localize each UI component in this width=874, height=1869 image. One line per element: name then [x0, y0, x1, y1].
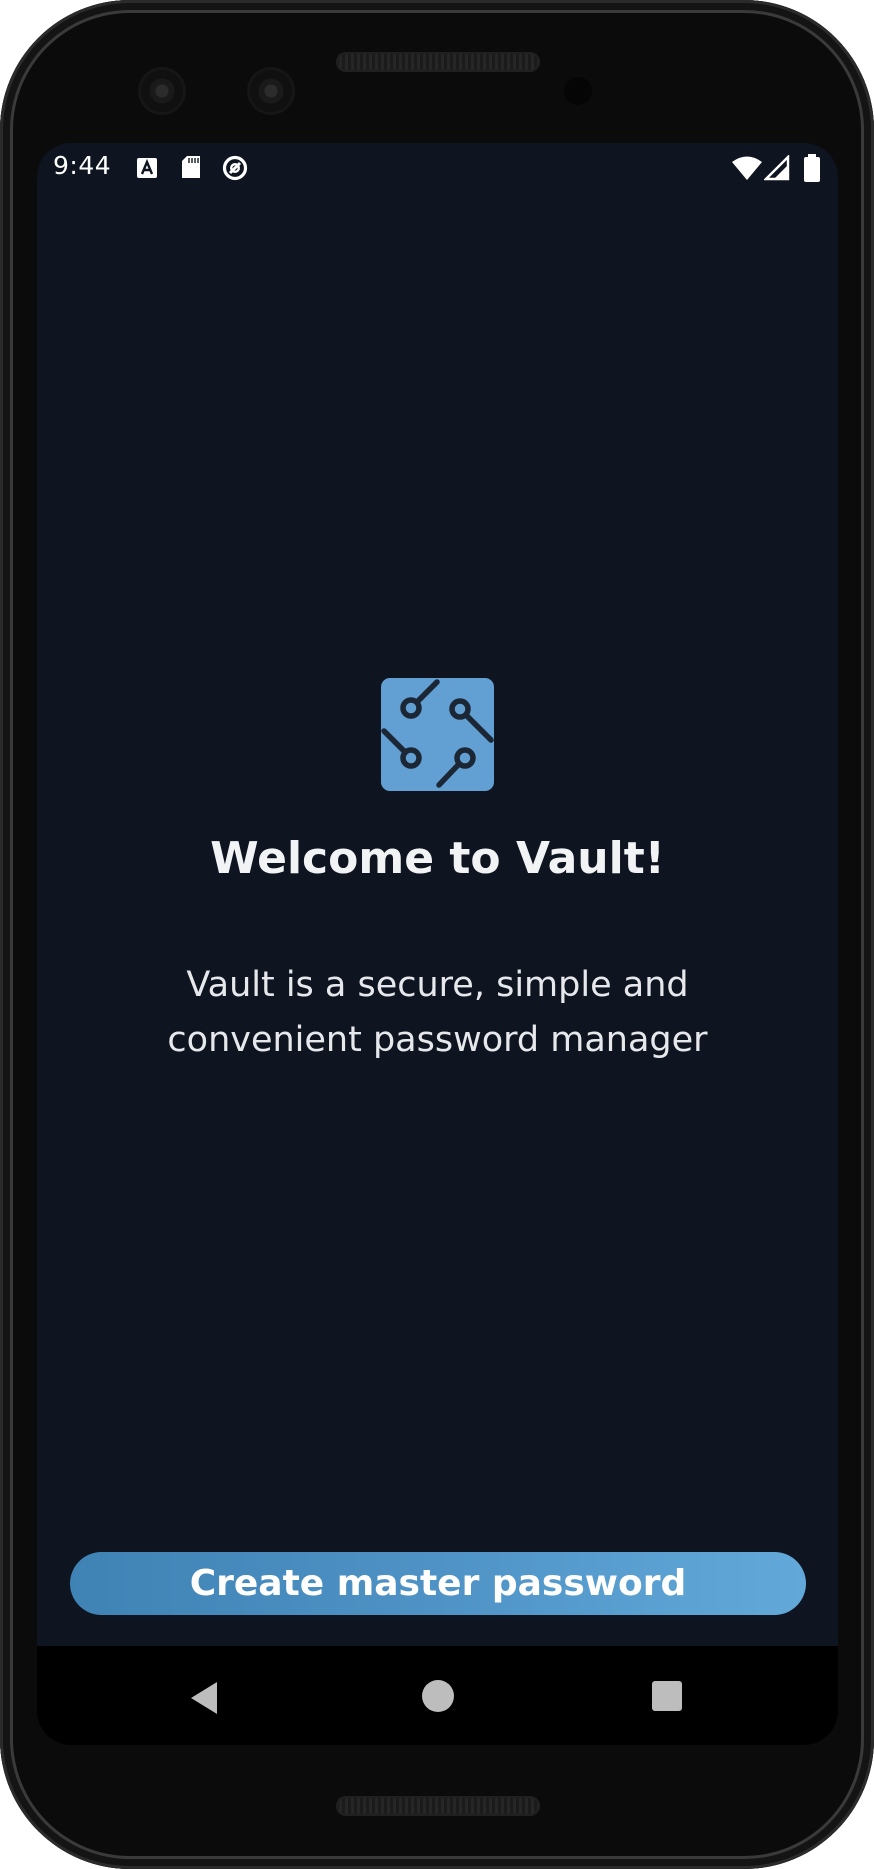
status-time: 9:44 [53, 151, 112, 180]
cell-signal-icon [764, 155, 790, 181]
system-nav-bar [37, 1646, 838, 1745]
welcome-title: Welcome to Vault! [210, 833, 665, 884]
back-triangle-icon[interactable] [189, 1681, 219, 1715]
battery-icon [804, 154, 820, 182]
home-circle-icon[interactable] [422, 1680, 454, 1712]
earpiece-speaker [336, 52, 540, 72]
data-saver-icon [222, 155, 248, 181]
bottom-speaker [336, 1796, 540, 1816]
create-master-password-button[interactable]: Create master password [70, 1552, 806, 1615]
sd-card-icon [182, 156, 200, 178]
app-screen: 9:44 Welcome to Vault! Vault is a secure… [37, 143, 838, 1745]
wifi-icon [732, 156, 762, 180]
front-camera-icon [141, 70, 183, 112]
front-camera-secondary-icon [250, 70, 292, 112]
font-a-icon [137, 158, 157, 178]
status-bar: 9:44 [37, 143, 838, 193]
recents-square-icon[interactable] [652, 1681, 682, 1711]
welcome-description: Vault is a secure, simple and convenient… [167, 965, 708, 1060]
vault-circuit-logo-icon [381, 678, 494, 791]
phone-frame: 9:44 Welcome to Vault! Vault is a secure… [0, 0, 874, 1869]
proximity-sensor [564, 77, 592, 105]
